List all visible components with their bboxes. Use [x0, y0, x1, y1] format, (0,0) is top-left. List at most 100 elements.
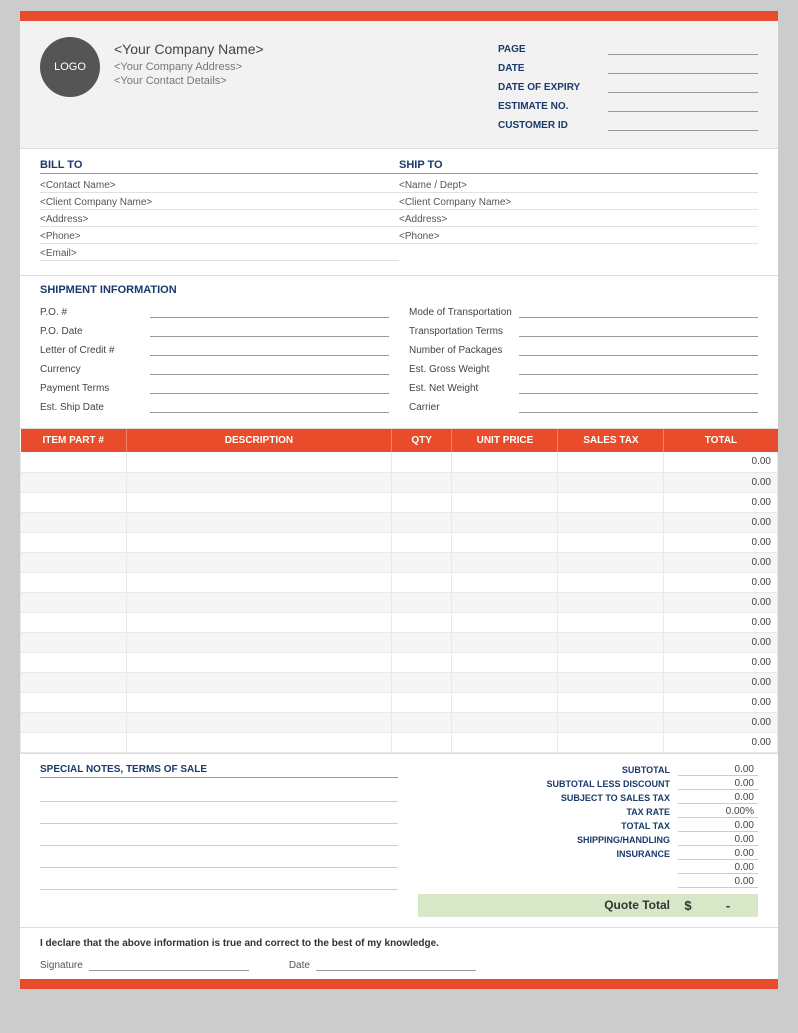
totals-row: 0.00 — [418, 862, 758, 874]
table-cell — [452, 472, 558, 492]
table-row: 0.00 — [21, 532, 778, 552]
shipment-title: SHIPMENT INFORMATION — [40, 284, 758, 296]
totals-row: TOTAL TAX0.00 — [418, 820, 758, 832]
shipment-value-line — [150, 399, 389, 413]
header-field-value-line — [608, 79, 758, 93]
footer-section: I declare that the above information is … — [20, 927, 778, 979]
table-cell — [126, 672, 391, 692]
table-cell-total: 0.00 — [664, 512, 778, 532]
table-cell-total: 0.00 — [664, 492, 778, 512]
table-cell-total: 0.00 — [664, 632, 778, 652]
table-cell — [391, 572, 452, 592]
totals-row: 0.00 — [418, 876, 758, 888]
company-info: <Your Company Name> <Your Company Addres… — [114, 37, 264, 89]
table-cell-total: 0.00 — [664, 572, 778, 592]
table-cell — [452, 632, 558, 652]
table-row: 0.00 — [21, 612, 778, 632]
totals-label: SUBJECT TO SALES TAX — [418, 793, 678, 803]
shipment-label: Payment Terms — [40, 383, 150, 394]
totals-value: 0.00 — [678, 792, 758, 804]
ship-to-col: SHIP TO <Name / Dept><Client Company Nam… — [399, 159, 758, 265]
header-field-value-line — [608, 41, 758, 55]
header-field-label: DATE — [498, 63, 608, 74]
date-line — [316, 957, 476, 971]
table-cell — [21, 532, 127, 552]
header-field-estimate-no.: ESTIMATE NO. — [498, 98, 758, 112]
ship-to-field: <Address> — [399, 214, 758, 227]
bill-to-field: <Client Company Name> — [40, 197, 399, 210]
shipment-label: P.O. Date — [40, 326, 150, 337]
table-cell — [391, 492, 452, 512]
table-cell — [558, 612, 664, 632]
notes-line — [40, 806, 398, 824]
header-field-value-line — [608, 60, 758, 74]
header-field-customer-id: CUSTOMER ID — [498, 117, 758, 131]
shipment-left-col: P.O. #P.O. DateLetter of Credit #Currenc… — [40, 304, 389, 418]
header-field-date: DATE — [498, 60, 758, 74]
table-cell — [391, 712, 452, 732]
table-cell — [558, 492, 664, 512]
shipment-left-row: Est. Ship Date — [40, 399, 389, 413]
ship-to-field: <Name / Dept> — [399, 180, 758, 193]
table-header-item-part-#: ITEM PART # — [21, 429, 127, 452]
table-cell — [558, 652, 664, 672]
table-row: 0.00 — [21, 472, 778, 492]
table-header-description: DESCRIPTION — [126, 429, 391, 452]
bill-to-field: <Phone> — [40, 231, 399, 244]
table-row: 0.00 — [21, 552, 778, 572]
bill-to-title: BILL TO — [40, 159, 399, 174]
table-cell-total: 0.00 — [664, 472, 778, 492]
table-cell — [21, 472, 127, 492]
table-cell — [21, 612, 127, 632]
shipment-label: Currency — [40, 364, 150, 375]
table-cell — [452, 652, 558, 672]
table-header-unit-price: UNIT PRICE — [452, 429, 558, 452]
totals-label: SHIPPING/HANDLING — [418, 835, 678, 845]
bill-ship-section: BILL TO <Contact Name><Client Company Na… — [20, 149, 778, 276]
table-cell — [558, 732, 664, 752]
items-body: 0.000.000.000.000.000.000.000.000.000.00… — [21, 452, 778, 752]
table-cell — [452, 552, 558, 572]
totals-value: 0.00% — [678, 806, 758, 818]
table-cell-total: 0.00 — [664, 452, 778, 472]
shipment-left-row: Payment Terms — [40, 380, 389, 394]
table-cell — [391, 652, 452, 672]
ship-to-field: <Phone> — [399, 231, 758, 244]
totals-row: SHIPPING/HANDLING0.00 — [418, 834, 758, 846]
shipment-right-row: Est. Gross Weight — [409, 361, 758, 375]
table-cell — [126, 632, 391, 652]
table-cell — [21, 652, 127, 672]
quote-total-label: Quote Total — [418, 898, 678, 912]
table-cell — [21, 492, 127, 512]
shipment-value-line — [150, 323, 389, 337]
top-bar — [20, 11, 778, 21]
bill-to-field: <Address> — [40, 214, 399, 227]
header-field-label: DATE OF EXPIRY — [498, 82, 608, 93]
shipment-value-line — [519, 342, 758, 356]
bottom-bar — [20, 979, 778, 989]
table-cell — [452, 532, 558, 552]
header-field-value-line — [608, 98, 758, 112]
table-cell — [558, 512, 664, 532]
totals-col: SUBTOTAL0.00SUBTOTAL LESS DISCOUNT0.00SU… — [418, 764, 758, 917]
shipment-right-row: Carrier — [409, 399, 758, 413]
table-cell — [391, 452, 452, 472]
shipment-grid: P.O. #P.O. DateLetter of Credit #Currenc… — [40, 304, 758, 418]
table-cell — [391, 512, 452, 532]
table-cell — [452, 672, 558, 692]
totals-label: SUBTOTAL — [418, 765, 678, 775]
table-row: 0.00 — [21, 712, 778, 732]
shipment-left-row: P.O. # — [40, 304, 389, 318]
quote-total-row: Quote Total$- — [418, 894, 758, 917]
quote-total-dollar: $ — [678, 898, 698, 913]
shipment-value-line — [150, 361, 389, 375]
table-cell-total: 0.00 — [664, 652, 778, 672]
logo: LOGO — [40, 37, 100, 97]
table-cell — [452, 692, 558, 712]
header-field-value-line — [608, 117, 758, 131]
table-cell — [21, 452, 127, 472]
table-row: 0.00 — [21, 652, 778, 672]
notes-col: SPECIAL NOTES, TERMS OF SALE — [40, 764, 418, 894]
notes-title: SPECIAL NOTES, TERMS OF SALE — [40, 764, 398, 778]
shipment-value-line — [150, 304, 389, 318]
